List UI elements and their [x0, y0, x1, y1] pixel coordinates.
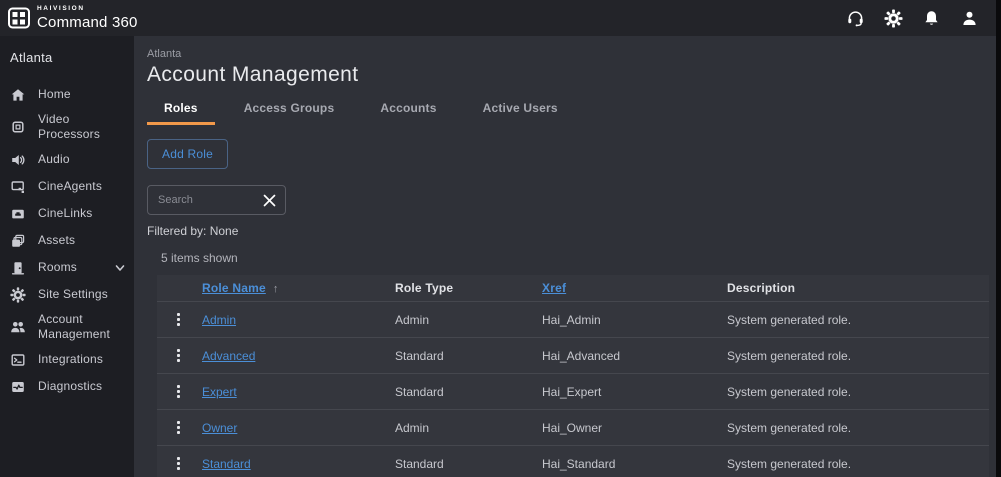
row-actions-menu-icon[interactable] [169, 383, 187, 401]
sidebar-item-video-processors[interactable]: Video Processors [0, 108, 134, 146]
sidebar-item-account-management[interactable]: Account Management [0, 308, 134, 346]
tab-bar: Roles Access Groups Accounts Active User… [147, 97, 989, 125]
xref-cell: Hai_Owner [542, 420, 603, 435]
sort-ascending-icon: ↑ [272, 283, 279, 295]
main-content: Atlanta Account Management Roles Access … [134, 36, 1001, 477]
table-row: Admin Admin Hai_Admin System generated r… [157, 302, 989, 338]
row-actions-menu-icon[interactable] [169, 455, 187, 473]
xref-cell: Hai_Expert [542, 384, 602, 399]
haivision-logo-icon [8, 7, 30, 29]
topbar: HAIVISION Command 360 [0, 0, 1001, 36]
description-cell: System generated role. [727, 456, 852, 471]
breadcrumb: Atlanta [147, 48, 182, 60]
sidebar-item-diagnostics[interactable]: Diagnostics [0, 373, 134, 400]
sidebar-item-integrations[interactable]: Integrations [0, 346, 134, 373]
clear-search-icon[interactable] [263, 194, 276, 207]
xref-cell: Hai_Admin [542, 312, 601, 327]
role-type-cell: Standard [395, 384, 444, 399]
filter-status: Filtered by: None [147, 224, 239, 238]
sidebar-item-audio[interactable]: Audio [0, 146, 134, 173]
page-title: Account Management [147, 63, 359, 86]
tab-accounts[interactable]: Accounts [363, 97, 453, 125]
assets-icon [10, 233, 26, 249]
description-cell: System generated role. [727, 420, 852, 435]
role-name-link[interactable]: Admin [202, 313, 395, 327]
chip-icon [10, 119, 26, 135]
xref-cell: Hai_Advanced [542, 348, 621, 363]
audio-icon [10, 152, 26, 168]
sidebar-nav: Home Video Processors Audio CineAgents C… [0, 81, 134, 400]
xref-cell: Hai_Standard [542, 456, 616, 471]
home-icon [10, 87, 26, 103]
row-actions-menu-icon[interactable] [169, 347, 187, 365]
table-header-row: Role Name ↑ Role Type Xref Description [157, 275, 989, 302]
sidebar-item-cineagents[interactable]: CineAgents [0, 173, 134, 200]
description-cell: System generated role. [727, 384, 852, 399]
support-icon[interactable] [846, 9, 865, 28]
search-input[interactable] [158, 194, 263, 206]
add-role-button[interactable]: Add Role [147, 139, 228, 169]
sidebar-item-assets[interactable]: Assets [0, 227, 134, 254]
cineagents-icon [10, 179, 26, 195]
sidebar-item-home[interactable]: Home [0, 81, 134, 108]
row-actions-menu-icon[interactable] [169, 311, 187, 329]
column-role-name[interactable]: Role Name ↑ [202, 281, 395, 295]
sidebar-item-rooms[interactable]: Rooms [0, 254, 134, 281]
description-cell: System generated role. [727, 348, 852, 363]
site-name: Atlanta [10, 50, 53, 65]
settings-icon[interactable] [884, 8, 903, 28]
row-actions-menu-icon[interactable] [169, 419, 187, 437]
role-type-cell: Standard [395, 456, 444, 471]
gear-icon [10, 286, 26, 303]
table-row: Owner Admin Hai_Owner System generated r… [157, 410, 989, 446]
column-description: Description [727, 281, 796, 295]
notifications-icon[interactable] [922, 9, 941, 28]
table-row: Expert Standard Hai_Expert System genera… [157, 374, 989, 410]
brand-name: HAIVISION [37, 5, 85, 13]
product-name: Command 360 [37, 13, 138, 31]
people-icon [10, 319, 26, 335]
window-edge [996, 0, 1001, 477]
app-window: HAIVISION Command 360 Atlanta Home Video… [0, 0, 1001, 477]
tab-active-users[interactable]: Active Users [466, 97, 575, 125]
table-row: Standard Standard Hai_Standard System ge… [157, 446, 989, 477]
account-icon[interactable] [960, 9, 979, 28]
search-box [147, 185, 286, 215]
role-name-link[interactable]: Standard [202, 457, 395, 471]
column-xref[interactable]: Xref [542, 281, 727, 295]
tab-roles[interactable]: Roles [147, 97, 215, 125]
role-type-cell: Standard [395, 348, 444, 363]
diagnostics-icon [10, 379, 26, 395]
sidebar-item-site-settings[interactable]: Site Settings [0, 281, 134, 308]
column-role-type: Role Type [395, 281, 454, 295]
description-cell: System generated role. [727, 312, 852, 327]
items-count: 5 items shown [161, 251, 238, 265]
sidebar-item-cinelinks[interactable]: CineLinks [0, 200, 134, 227]
tab-access-groups[interactable]: Access Groups [227, 97, 352, 125]
integrations-icon [10, 352, 26, 368]
role-name-link[interactable]: Expert [202, 385, 395, 399]
brand-logo: HAIVISION Command 360 [8, 6, 138, 30]
roles-table: Role Name ↑ Role Type Xref Description Ad… [157, 275, 989, 477]
sidebar: Atlanta Home Video Processors Audio Cine… [0, 36, 134, 477]
topbar-actions [846, 8, 979, 28]
chevron-down-icon [114, 262, 126, 274]
role-type-cell: Admin [395, 312, 430, 327]
role-type-cell: Admin [395, 420, 430, 435]
role-name-link[interactable]: Advanced [202, 349, 395, 363]
table-row: Advanced Standard Hai_Advanced System ge… [157, 338, 989, 374]
rooms-icon [10, 260, 26, 276]
cinelinks-icon [10, 206, 26, 222]
role-name-link[interactable]: Owner [202, 421, 395, 435]
